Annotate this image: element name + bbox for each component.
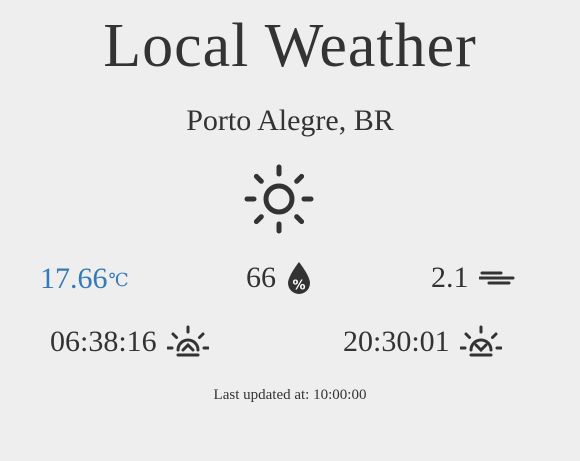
humidity-readout: 66 % <box>246 261 312 295</box>
temperature-value: 17.66 <box>40 262 108 295</box>
temperature-unit: ℃ <box>108 270 129 290</box>
svg-text:%: % <box>292 279 305 294</box>
wind-value: 2.1 <box>431 261 469 294</box>
last-updated: Last updated at: 10:00:00 <box>0 387 580 404</box>
page-title: Local Weather <box>103 12 477 80</box>
sunrise-icon <box>166 325 209 357</box>
last-updated-time: 10:00:00 <box>313 387 367 403</box>
sun-icon <box>244 164 314 234</box>
sunrise-time: 06:38:16 <box>50 325 157 358</box>
sunset-icon <box>459 325 502 357</box>
humidity-value: 66 <box>246 261 276 294</box>
sunrise-readout: 06:38:16 <box>50 324 209 360</box>
location-label: Porto Alegre, BR <box>186 104 394 137</box>
sunset-readout: 20:30:01 <box>343 324 502 360</box>
temperature-readout: 17.66 ℃ <box>40 261 129 297</box>
last-updated-label: Last updated at: <box>213 387 310 403</box>
wind-icon <box>478 271 514 285</box>
sunset-time: 20:30:01 <box>343 325 450 358</box>
wind-readout: 2.1 <box>431 261 515 295</box>
humidity-percent-icon: % <box>288 262 310 294</box>
